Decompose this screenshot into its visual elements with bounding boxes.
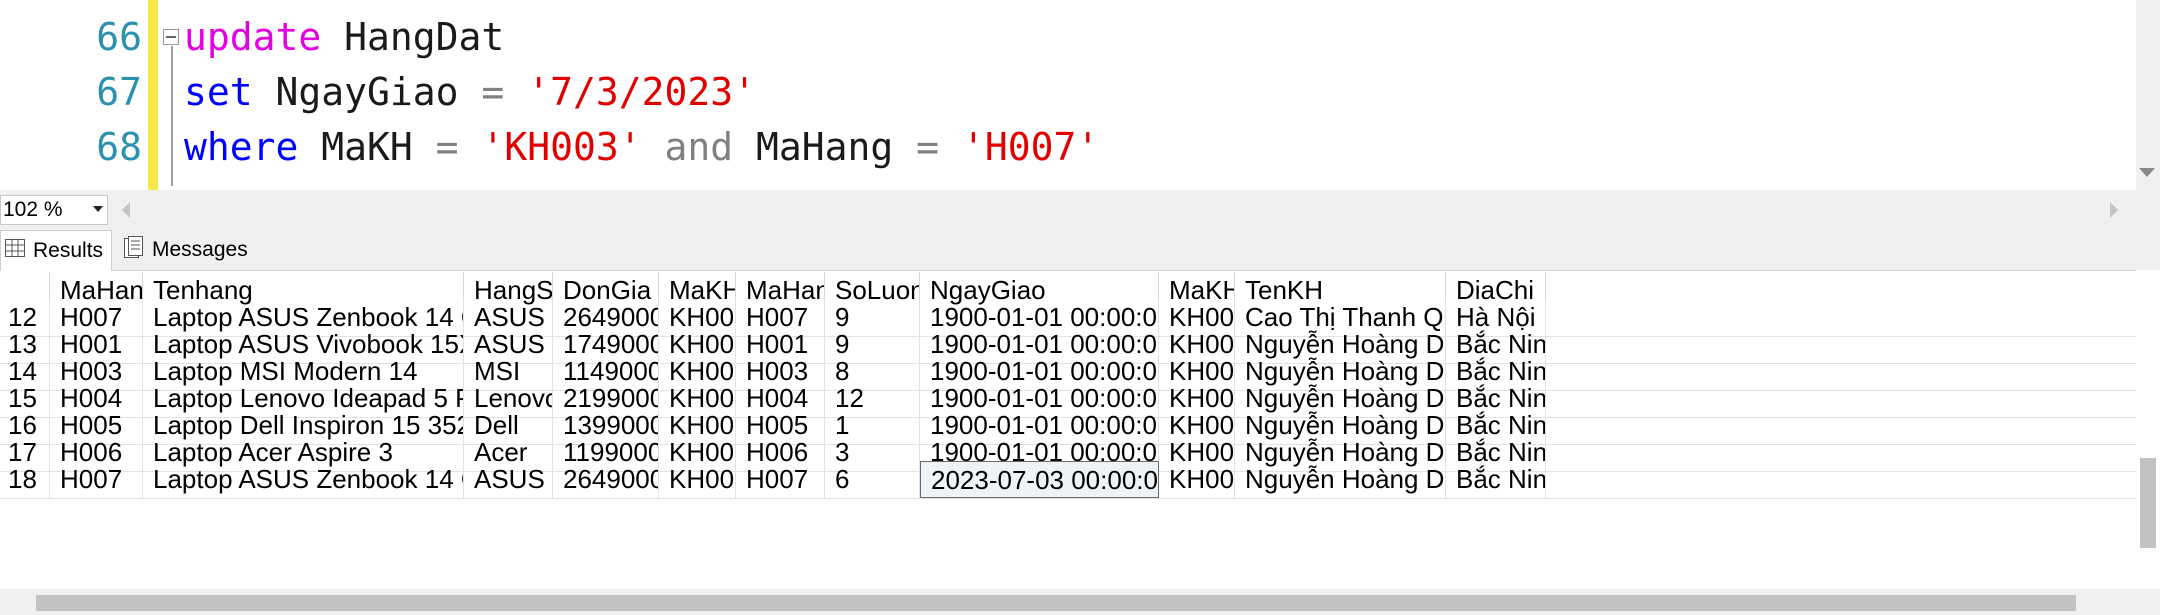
- cell-diachi[interactable]: Bắc Ninh: [1446, 461, 1546, 498]
- cell-mahang-2[interactable]: H007: [736, 461, 825, 498]
- code-token: =: [435, 125, 459, 169]
- collapse-minus-icon[interactable]: [163, 29, 179, 45]
- scroll-left-arrow-icon[interactable]: [122, 202, 130, 218]
- outline-line: [171, 46, 173, 186]
- tab-results[interactable]: Results: [0, 230, 113, 271]
- chevron-down-icon[interactable]: [93, 206, 103, 212]
- cell-soluong[interactable]: 6: [825, 461, 920, 498]
- grid-icon: [5, 239, 25, 263]
- sql-editor[interactable]: 66 update HangDat 67 set NgayGiao = '7/3/20…: [0, 0, 2160, 190]
- code-line[interactable]: update HangDat: [184, 10, 504, 65]
- table-row[interactable]: 18H007Laptop ASUS Zenbook 14 OLEDASUS264…: [0, 461, 2140, 499]
- code-token: and: [664, 125, 734, 169]
- cell-hangsx[interactable]: ASUS: [464, 461, 553, 498]
- code-token: HangDat: [321, 15, 505, 59]
- cell-mahang[interactable]: H007: [50, 461, 143, 498]
- code-line[interactable]: set NgayGiao = '7/3/2023': [184, 65, 756, 120]
- cell-tenhang[interactable]: Laptop ASUS Zenbook 14 OLED: [143, 461, 464, 498]
- cell-tenkh[interactable]: Nguyễn Hoàng Dươ...: [1235, 461, 1446, 498]
- grid-vertical-scroll-thumb[interactable]: [2140, 458, 2156, 548]
- code-token: 'KH003': [481, 125, 642, 169]
- code-line[interactable]: where MaKH = 'KH003' and MaHang = 'H007': [184, 120, 1099, 175]
- grid-horizontal-scroll-thumb[interactable]: [36, 595, 2076, 611]
- code-token: '7/3/2023': [527, 70, 756, 114]
- line-number: 67: [96, 70, 142, 114]
- tab-results-label: Results: [33, 239, 104, 262]
- scroll-right-arrow-icon[interactable]: [2110, 202, 2118, 218]
- line-number: 66: [96, 15, 142, 59]
- code-token: 'H007': [961, 125, 1100, 169]
- code-token: MaHang: [733, 125, 917, 169]
- cell-dongia[interactable]: 26490000: [553, 461, 659, 498]
- code-token: MaKH: [298, 125, 436, 169]
- cell-ngaygiao[interactable]: 2023-07-03 00:00:00.000: [920, 461, 1159, 498]
- editor-vertical-scrollbar[interactable]: [2136, 0, 2160, 190]
- scroll-down-arrow-icon[interactable]: [2139, 168, 2155, 177]
- tab-messages[interactable]: Messages: [120, 230, 252, 270]
- code-token: where: [184, 125, 299, 169]
- code-token: =: [481, 70, 505, 114]
- zoom-select[interactable]: 102 %: [0, 195, 108, 225]
- code-token: set: [184, 70, 253, 114]
- tab-messages-label: Messages: [152, 238, 248, 261]
- messages-icon: [124, 236, 144, 264]
- cell-makh-2[interactable]: KH003: [1159, 461, 1235, 498]
- code-token: update: [184, 15, 322, 59]
- code-token: =: [916, 125, 940, 169]
- line-number: 68: [96, 125, 142, 169]
- results-tab-strip: [0, 230, 2160, 271]
- editor-status-bar: [0, 190, 2160, 230]
- code-token: NgayGiao: [252, 70, 482, 114]
- cell-row-number[interactable]: 18: [0, 461, 50, 498]
- cell-makh[interactable]: KH003: [659, 461, 736, 498]
- change-tracking-bar: [148, 0, 158, 190]
- zoom-value: 102 %: [3, 198, 63, 221]
